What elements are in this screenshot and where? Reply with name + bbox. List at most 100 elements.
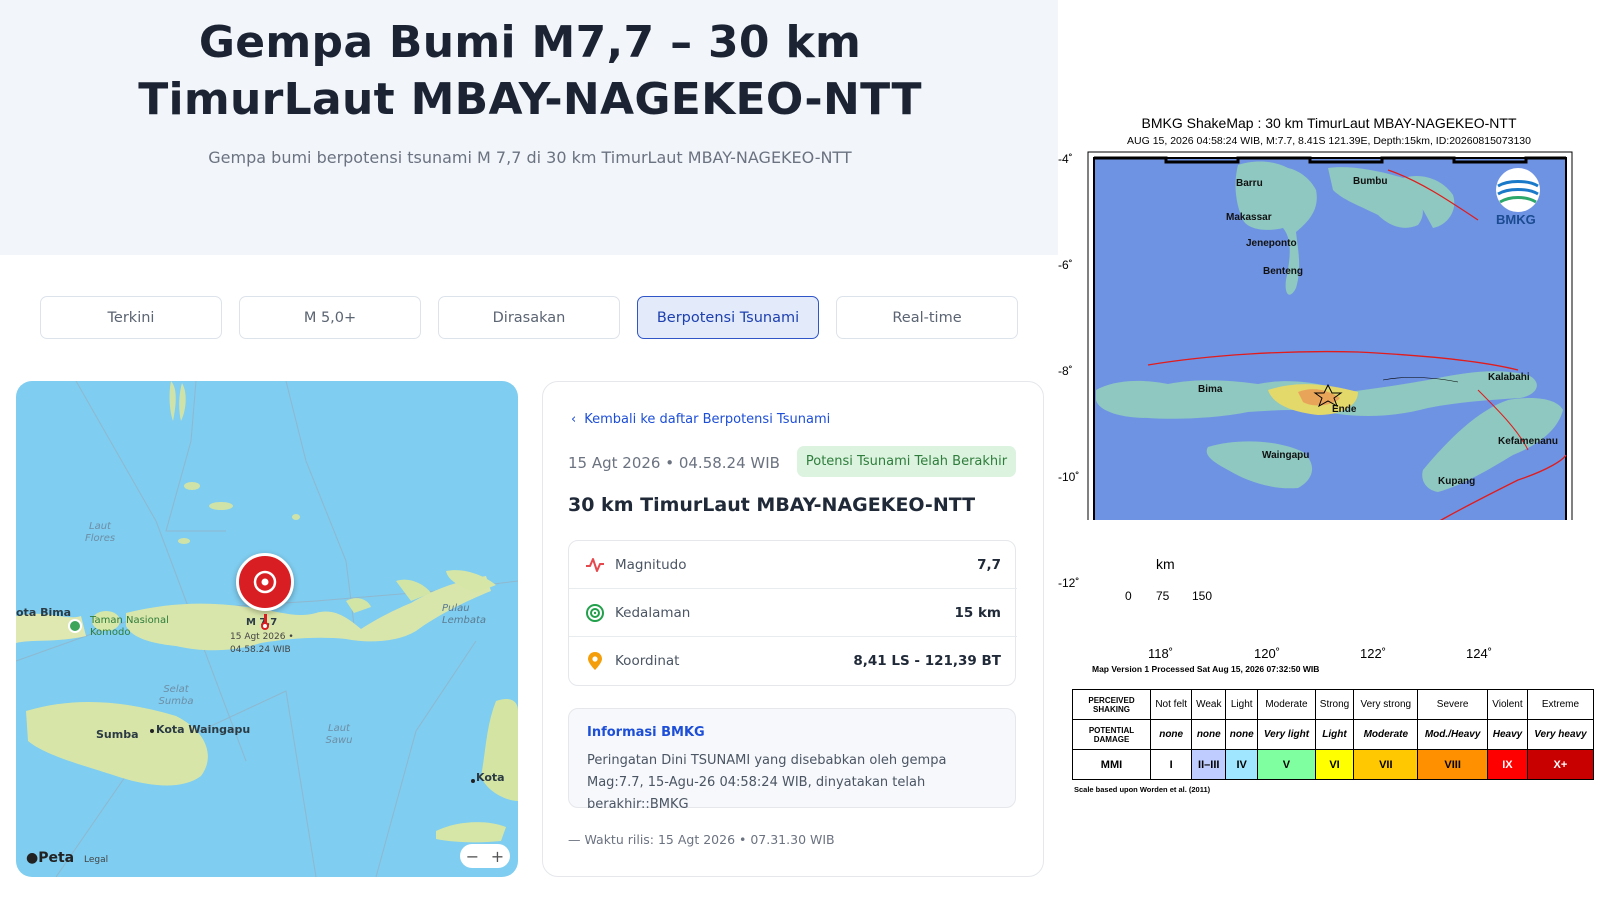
table-cell: none — [1225, 719, 1259, 750]
tab-terkini[interactable]: Terkini — [40, 296, 222, 339]
place-label-kefamenanu: Kefamenanu — [1498, 436, 1559, 447]
location-pin-icon — [588, 652, 602, 670]
stat-row-magnitude: Magnitudo 7,7 — [569, 541, 1017, 589]
map-attribution: ●Peta — [26, 850, 75, 866]
x-tick: 124˚ — [1466, 646, 1493, 661]
mmi-cell: I — [1149, 749, 1193, 780]
city-dot-waingapu — [150, 729, 154, 733]
stat-label: Koordinat — [615, 653, 680, 669]
place-label-sumba: Sumba — [96, 728, 139, 741]
place-label-kota: Kota — [476, 771, 505, 784]
y-tick: -6˚ — [1058, 258, 1073, 272]
table-cell: Light — [1314, 719, 1355, 750]
event-stats: Magnitudo 7,7 Kedalaman 15 km Koordinat … — [568, 540, 1017, 686]
table-cell: Severe — [1417, 689, 1489, 720]
stat-value: 15 km — [954, 604, 1001, 621]
marker-date: 15 Agt 2026 • — [230, 632, 294, 642]
epicenter-marker[interactable] — [236, 553, 294, 611]
place-label-waingapu: Waingapu — [1262, 450, 1310, 461]
mmi-legend-table: PERCEIVED SHAKING Not felt Weak Light Mo… — [1072, 689, 1595, 780]
table-cell: Weak — [1191, 689, 1227, 720]
x-tick: 118˚ — [1148, 646, 1174, 661]
scale-note: Scale based upon Worden et al. (2011) — [1074, 785, 1211, 794]
place-label-kupang: Kupang — [1438, 476, 1476, 487]
chevron-left-icon: ‹ — [571, 412, 577, 427]
back-link-label: Kembali ke daftar Berpotensi Tsunami — [584, 412, 831, 427]
sea-label-sumba: Selat Sumba — [158, 684, 194, 707]
scale-unit: km — [1156, 556, 1175, 572]
table-cell: Very light — [1257, 719, 1316, 750]
marker-dot — [261, 622, 269, 630]
tab-realtime[interactable]: Real-time — [836, 296, 1018, 339]
tab-berpotensi-tsunami[interactable]: Berpotensi Tsunami — [637, 296, 819, 339]
row-header: PERCEIVED SHAKING — [1072, 689, 1151, 720]
place-label-benteng: Benteng — [1263, 266, 1303, 277]
release-time: — Waktu rilis: 15 Agt 2026 • 07.31.30 WI… — [568, 832, 835, 847]
tab-dirasakan[interactable]: Dirasakan — [438, 296, 620, 339]
y-tick: -8˚ — [1058, 364, 1073, 378]
event-location: 30 km TimurLaut MBAY-NAGEKEO-NTT — [568, 494, 976, 516]
page-title: Gempa Bumi M7,7 – 30 km TimurLaut MBAY-NA… — [138, 17, 922, 125]
row-header: MMI — [1072, 749, 1151, 780]
bmkg-info-box: Informasi BMKG Peringatan Dini TSUNAMI y… — [568, 708, 1016, 812]
map-legal-link[interactable]: Legal — [84, 855, 108, 865]
place-label-bima: ota Bima — [16, 606, 72, 619]
y-tick: -4˚ — [1058, 152, 1073, 166]
table-cell: Not felt — [1149, 689, 1193, 720]
table-cell: Moderate — [1257, 689, 1316, 720]
bmkg-logo: BMKG — [1496, 212, 1536, 227]
place-label-jeneponto: Jeneponto — [1246, 238, 1297, 249]
waveform-icon — [586, 557, 604, 572]
row-header: POTENTIAL DAMAGE — [1072, 719, 1151, 750]
mmi-cell: IV — [1225, 749, 1259, 780]
back-link[interactable]: ‹ Kembali ke daftar Berpotensi Tsunami — [571, 412, 830, 427]
sea-label-sawu: Laut Sawu — [325, 723, 353, 746]
table-cell: Mod./Heavy — [1417, 719, 1489, 750]
page-header: Gempa Bumi M7,7 – 30 km TimurLaut MBAY-NA… — [0, 0, 1058, 255]
scale-tick: 150 — [1192, 589, 1213, 603]
table-row: POTENTIAL DAMAGE none none none Very lig… — [1072, 719, 1595, 750]
event-detail-card: ‹ Kembali ke daftar Berpotensi Tsunami 1… — [542, 381, 1044, 877]
table-cell: Moderate — [1353, 719, 1419, 750]
stat-row-depth: Kedalaman 15 km — [569, 589, 1017, 637]
info-text: Peringatan Dini TSUNAMI yang disebabkan … — [587, 753, 947, 812]
stat-label: Kedalaman — [615, 604, 691, 621]
map-zoom-control: − + — [460, 844, 510, 868]
place-label-makassar: Makassar — [1226, 212, 1272, 223]
table-cell: Extreme — [1526, 689, 1595, 720]
table-cell: Very strong — [1353, 689, 1419, 720]
place-label-komodo: Taman Nasional Komodo — [90, 615, 169, 638]
event-datetime: 15 Agt 2026 • 04.58.24 WIB — [568, 454, 780, 472]
info-title: Informasi BMKG — [587, 725, 705, 740]
mmi-cell: VIII — [1417, 749, 1489, 780]
place-label-waingapu: Kota Waingapu — [156, 723, 251, 736]
shakemap-panel: BMKG ShakeMap : 30 km TimurLaut MBAY-NAG… — [1058, 0, 1600, 900]
scale-tick: 75 — [1156, 589, 1170, 603]
tab-m50[interactable]: M 5,0+ — [239, 296, 421, 339]
mmi-cell: V — [1257, 749, 1316, 780]
zoom-out-button[interactable]: − — [466, 847, 479, 866]
y-tick: -12˚ — [1058, 576, 1080, 590]
table-cell: none — [1191, 719, 1227, 750]
apple-logo-icon: ● — [26, 850, 39, 866]
mmi-cell: VI — [1314, 749, 1355, 780]
stat-label: Magnitudo — [615, 556, 687, 573]
stat-value: 7,7 — [977, 556, 1001, 573]
mmi-cell: II–III — [1191, 749, 1227, 780]
place-label-lembata: Pulau Lembata — [442, 603, 486, 626]
status-badge: Potensi Tsunami Telah Berakhir — [797, 446, 1016, 477]
y-tick: -10˚ — [1058, 470, 1080, 484]
table-row: MMI I II–III IV V VI VII VIII IX X+ — [1072, 749, 1595, 780]
marker-time: 04.58.24 WIB — [230, 645, 291, 655]
city-dot-kota — [471, 779, 475, 783]
x-tick: 122˚ — [1360, 646, 1387, 661]
table-cell: none — [1149, 719, 1193, 750]
park-icon — [68, 619, 82, 633]
zoom-in-button[interactable]: + — [491, 847, 504, 866]
stat-value: 8,41 LS - 121,39 BT — [853, 653, 1001, 669]
table-cell: Violent — [1487, 689, 1528, 720]
table-cell: Light — [1225, 689, 1259, 720]
place-label-barru: Barru — [1236, 178, 1263, 189]
map-version-note: Map Version 1 Processed Sat Aug 15, 2026… — [1092, 664, 1320, 674]
place-label-kalabahi: Kalabahi — [1488, 372, 1530, 383]
